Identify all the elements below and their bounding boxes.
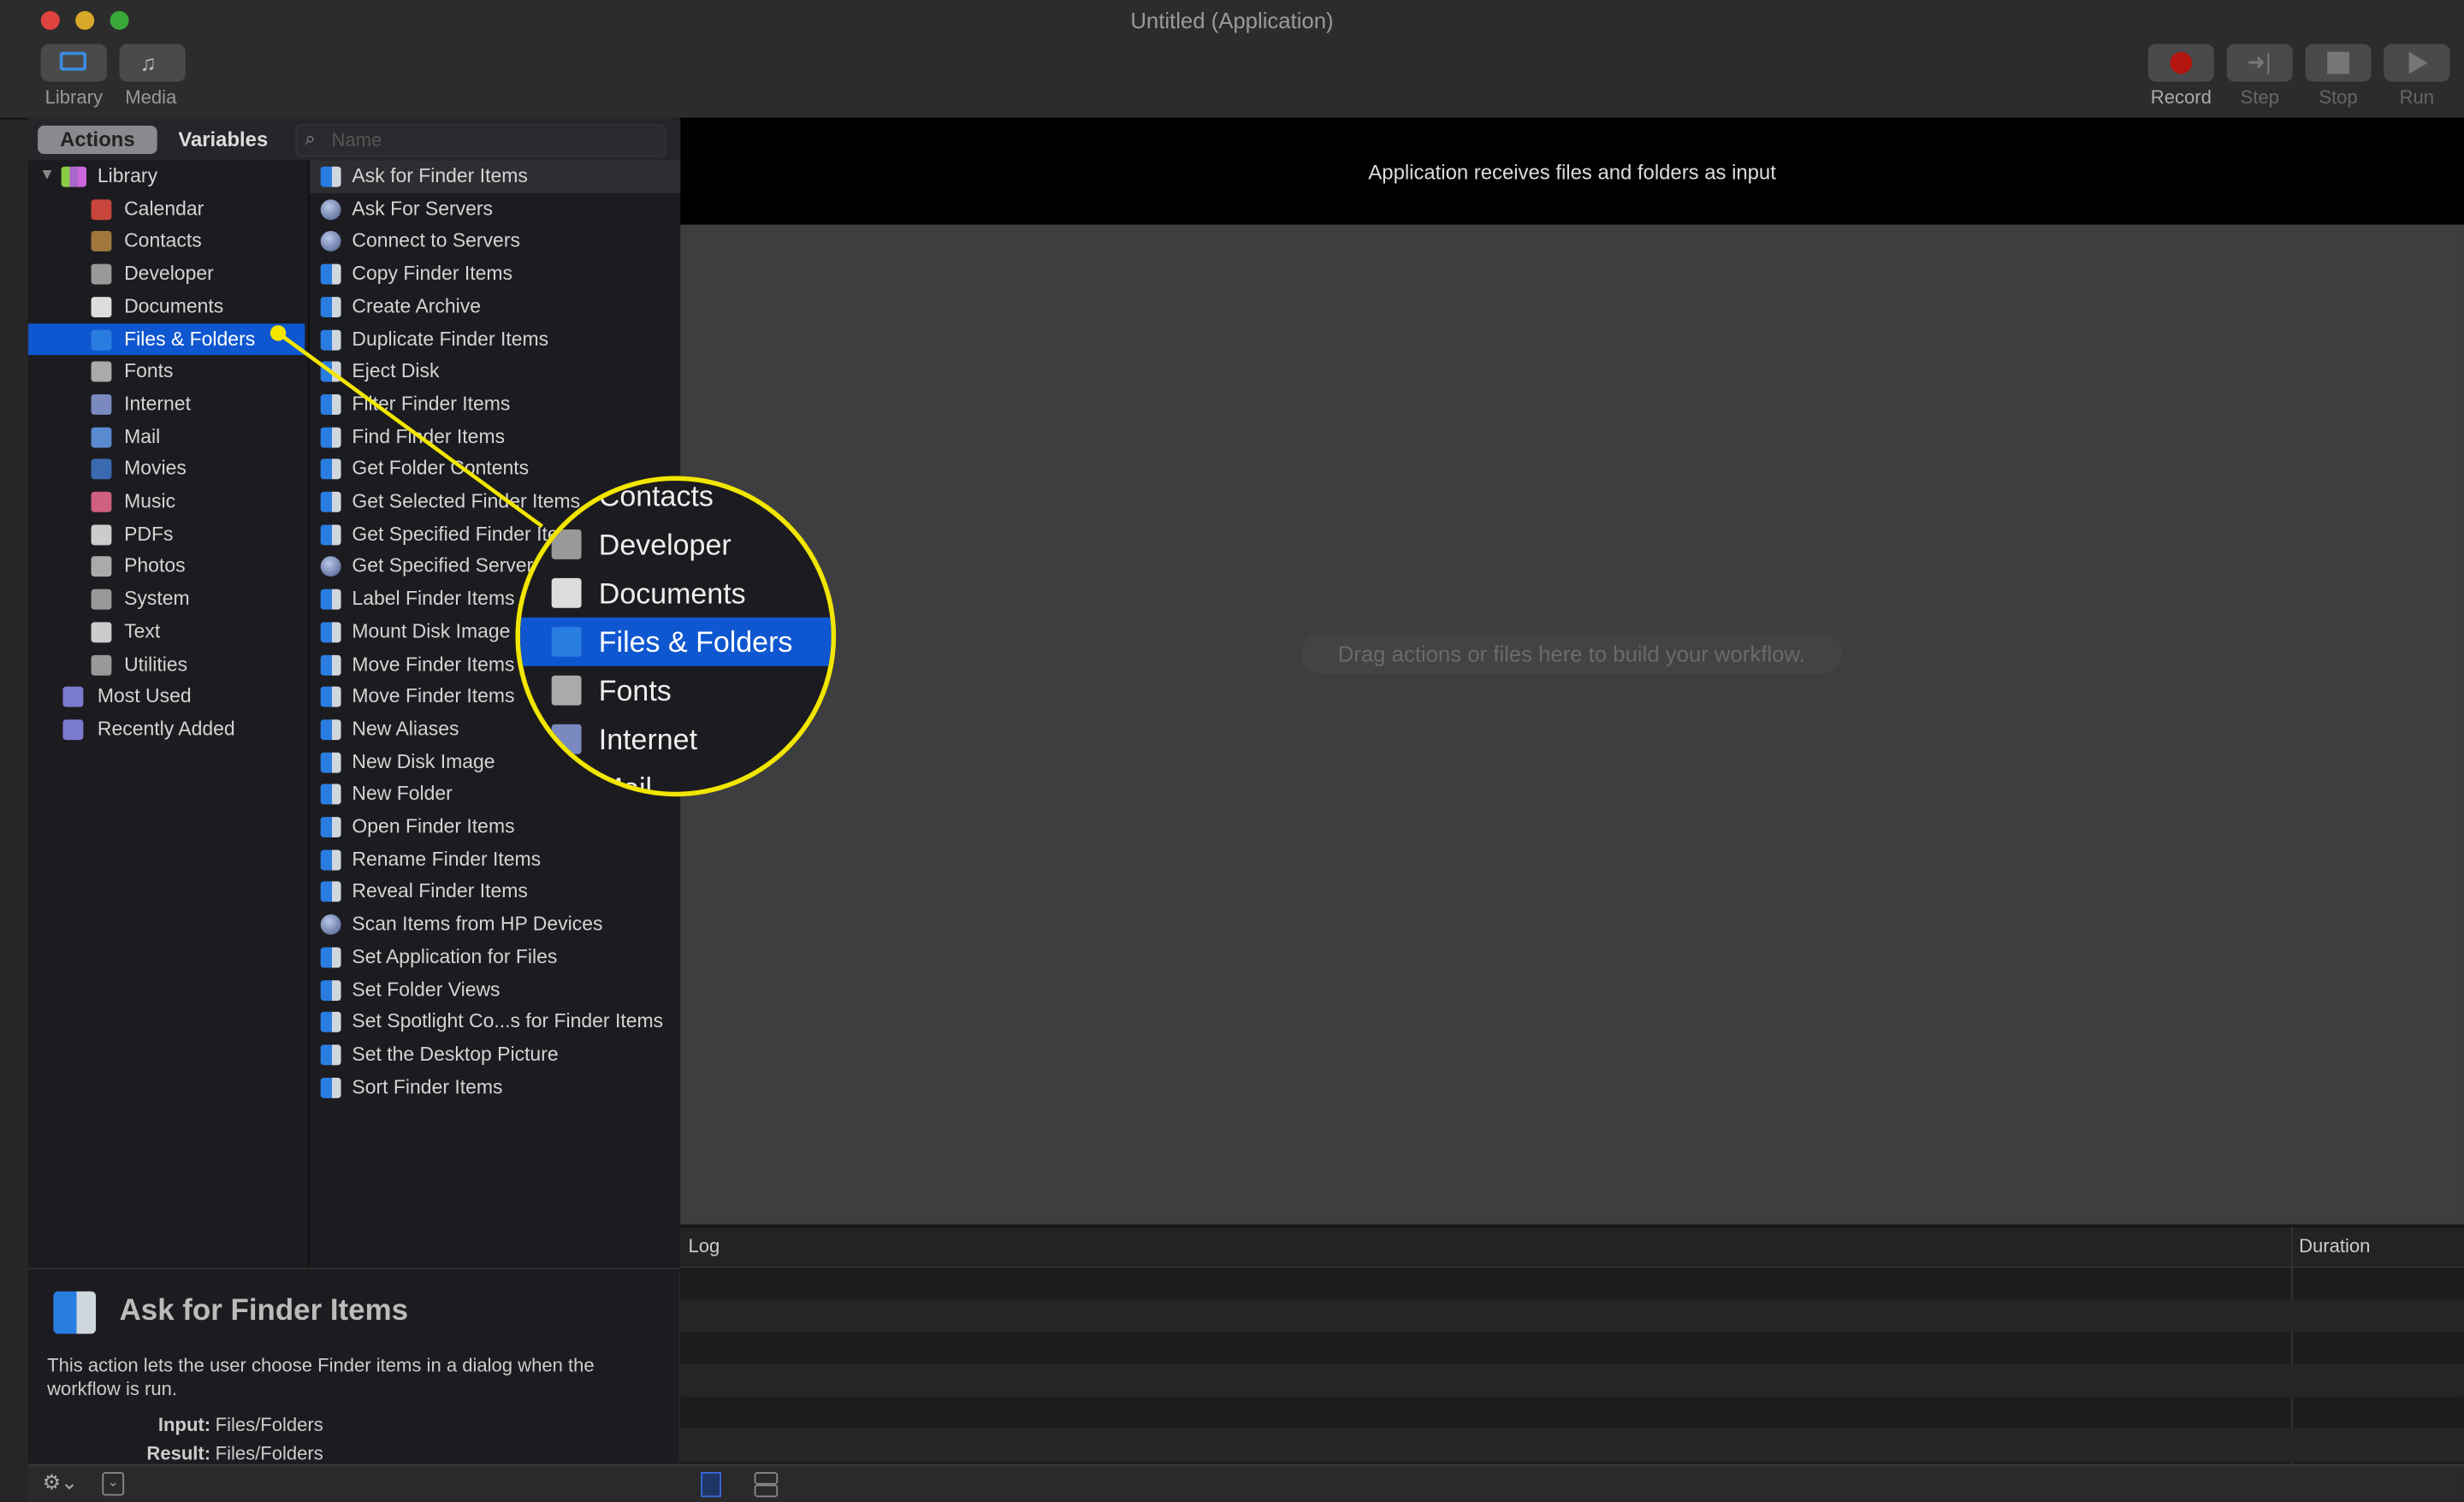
magnified-item: Contacts: [520, 479, 832, 520]
callout-pointer: [276, 331, 544, 529]
magnified-item: Internet: [520, 715, 832, 764]
magnifier-callout: Contacts Developer Documents Files & Folder…: [515, 476, 837, 797]
callout-line: [270, 325, 544, 529]
magnified-item: Documents: [520, 569, 832, 618]
magnified-label: Mail: [598, 771, 653, 797]
magnified-label: Documents: [598, 577, 746, 610]
developer-icon: [551, 529, 582, 559]
magnified-label: Developer: [598, 528, 732, 561]
magnified-label: Contacts: [598, 479, 714, 512]
magnified-label: Internet: [598, 722, 698, 756]
magnified-item: Mail: [520, 764, 832, 797]
contacts-icon: [551, 481, 582, 511]
callout-dot: [270, 325, 287, 341]
globe-icon: [551, 724, 582, 754]
magnified-label: Files & Folders: [598, 625, 793, 659]
fonts-icon: [551, 675, 582, 706]
documents-icon: [551, 577, 582, 608]
magnified-item: Files & Folders: [519, 617, 832, 666]
magnified-item: Fonts: [520, 666, 832, 715]
magnified-label: Fonts: [598, 673, 672, 707]
magnified-item: Developer: [520, 520, 832, 569]
finder-icon: [551, 626, 582, 657]
automator-window: Untitled (Application) Library ♫ Media R…: [0, 0, 2464, 1502]
